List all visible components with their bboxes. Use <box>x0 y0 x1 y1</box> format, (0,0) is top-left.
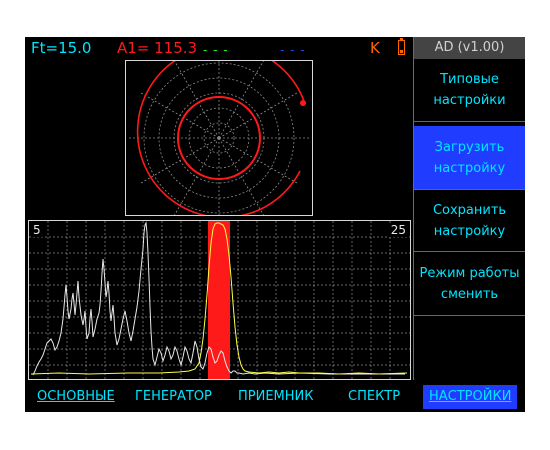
polar-grid <box>129 48 309 228</box>
menu-item-typical-settings[interactable]: Типовые настройки <box>414 59 525 122</box>
tab-main[interactable]: ОСНОВНЫЕ <box>37 389 115 405</box>
polar-plot <box>129 44 309 228</box>
range-end-label: 25 <box>388 223 408 237</box>
amplitude-readout: A1= 115.3 <box>117 39 198 57</box>
menu-item-label-line: настройки <box>433 93 506 108</box>
menu-item-change-mode[interactable]: Режим работы сменить <box>414 252 525 316</box>
menu-item-label-line: Типовые <box>440 72 499 87</box>
menu-item-label: Загрузить настройку <box>434 137 505 179</box>
menu-item-save-setting[interactable]: Сохранить настройку <box>414 190 525 252</box>
tab-settings[interactable]: НАСТРОЙКИ <box>423 385 518 409</box>
version-label: AD (v1.00) <box>414 37 525 59</box>
polar-marker <box>300 100 306 106</box>
menu-item-label-line: настройку <box>433 160 506 176</box>
device-screen: Ft=15.0 A1= 115.3 - - - - - - K 5 25 AD … <box>25 37 525 412</box>
bottom-tab-bar: ОСНОВНЫЕ ГЕНЕРАТОР ПРИЕМНИК СПЕКТР НАСТР… <box>25 380 525 412</box>
menu-item-label-line: Сохранить <box>432 202 507 218</box>
sidebar-menu: AD (v1.00) Типовые настройки Загрузить н… <box>413 37 525 380</box>
menu-item-load-setting[interactable]: Загрузить настройку <box>414 126 525 190</box>
battery-icon <box>398 38 405 55</box>
menu-item-label-line: Загрузить <box>434 139 505 155</box>
frequency-readout: Ft=15.0 <box>31 39 92 57</box>
menu-item-label-line: Режим работы <box>419 265 520 281</box>
green-placeholder-dashes: - - - <box>203 43 229 57</box>
polar-display <box>125 44 313 228</box>
range-start-label: 5 <box>31 223 43 237</box>
menu-item-label-line: настройку <box>433 223 506 239</box>
a-scan-plot <box>29 221 410 379</box>
tab-receiver[interactable]: ПРИЕМНИК <box>238 389 314 405</box>
tab-spectrum[interactable]: СПЕКТР <box>348 389 400 405</box>
tab-generator[interactable]: ГЕНЕРАТОР <box>135 389 212 405</box>
k-indicator: K <box>370 39 380 57</box>
menu-item-label-line: сменить <box>440 286 499 302</box>
menu-item-label: Режим работы сменить <box>420 263 520 305</box>
menu-item-label: Сохранить настройку <box>433 200 506 242</box>
status-bar: Ft=15.0 A1= 115.3 - - - - - - K <box>25 37 413 59</box>
menu-item-label: Типовые настройки <box>433 69 505 111</box>
blue-placeholder-dashes: - - - <box>280 43 306 57</box>
a-scan-display: 5 25 <box>28 220 411 380</box>
